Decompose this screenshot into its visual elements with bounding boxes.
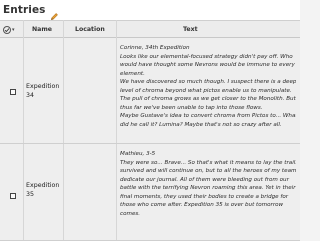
entry-text-line: battle with the terrifying Nevron roamin… — [120, 185, 296, 192]
column-header-text[interactable]: Text — [183, 21, 198, 38]
entry-text-line: those who come after. Expedition 35 is o… — [120, 202, 284, 209]
table-row[interactable]: Expedition 35 Mathieu, 3-5 They were so.… — [0, 144, 300, 241]
table-header: ▾ Name Location Text — [0, 21, 300, 38]
entry-text-line: Looks like our elemental-focused strateg… — [120, 53, 293, 60]
entry-text-line: final moments, they used their bodies to… — [120, 193, 289, 200]
entry-text-line: dedicate our journal. All of them were b… — [120, 176, 289, 183]
pencil-icon[interactable] — [50, 6, 59, 20]
entry-text-line: The pull of chroma grows as we get close… — [120, 96, 296, 103]
entry-text: Corinne, 34th Expedition Looks like our … — [120, 44, 296, 129]
table-row[interactable]: Expedition 34 Corinne, 34th Expedition L… — [0, 38, 300, 144]
entry-text-line: Mathieu, 3-5 — [120, 151, 156, 157]
entry-text-line: survived and will continue on, but to al… — [120, 168, 296, 175]
entries-header: Entries — [0, 0, 300, 20]
chevron-down-icon: ▾ — [12, 26, 15, 33]
entry-text-line: thus far we've been unable to tap into t… — [120, 104, 263, 111]
entry-text-line: did he call it? Lumina? Maybe that's not… — [120, 121, 282, 128]
entries-page: Entries ▾ Name Location Text Expedition … — [0, 0, 300, 241]
column-header-name[interactable]: Name — [32, 21, 52, 38]
entry-text-line: Corinne, 34th Expedition — [120, 45, 190, 51]
entry-text-line: Maybe Gustave's idea to convert chroma f… — [120, 113, 296, 120]
entry-text-line: We have discovered so much though. I sus… — [120, 79, 296, 86]
column-header-location[interactable]: Location — [75, 21, 105, 38]
entry-text-line: comes. — [120, 210, 141, 217]
entry-text-line: level of chroma beyond what pictos enabl… — [120, 87, 292, 94]
row-checkbox[interactable] — [10, 193, 16, 199]
entry-text-line: would have thought some Nevrons would be… — [120, 62, 295, 69]
check-circle-icon — [3, 25, 11, 34]
entry-name: Expedition 34 — [26, 83, 60, 99]
entry-name: Expedition 35 — [26, 182, 60, 198]
entry-text-line: element. — [120, 70, 145, 77]
page-title: Entries — [3, 4, 46, 16]
entry-text: Mathieu, 3-5 They were so... Brave... So… — [120, 150, 296, 218]
entry-text-line: They were so... Brave... So that's what … — [120, 159, 296, 166]
select-all-toggle[interactable]: ▾ — [3, 21, 21, 38]
row-checkbox[interactable] — [10, 89, 16, 95]
